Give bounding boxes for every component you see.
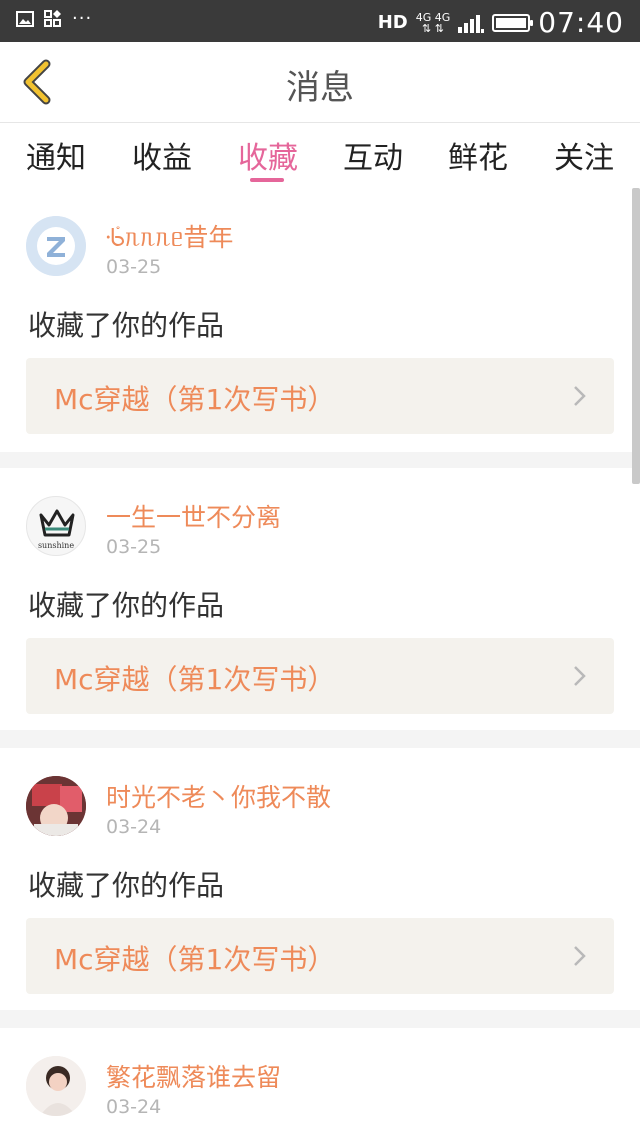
message-action-text: 收藏了你的作品 bbox=[28, 309, 225, 342]
hd-indicator: HD bbox=[377, 12, 408, 33]
message-card: sunshine 一生一世不分离 03-25 收藏了你的作品 Mc穿越（第1次写… bbox=[0, 468, 640, 730]
message-action-text: 收藏了你的作品 bbox=[28, 589, 225, 622]
username-link[interactable]: 时光不老丶你我不散 bbox=[106, 778, 331, 814]
message-date: 03-25 bbox=[106, 256, 162, 278]
tab-notifications[interactable]: 通知 bbox=[3, 133, 109, 177]
network-arrows: ⇅ ⇅ bbox=[422, 21, 444, 35]
chevron-right-icon bbox=[574, 946, 586, 966]
avatar[interactable]: sunshine bbox=[26, 496, 86, 556]
work-link[interactable]: Mc穿越（第1次写书） bbox=[26, 358, 614, 434]
clock: 07:40 bbox=[538, 6, 624, 39]
work-title: Mc穿越（第1次写书） bbox=[54, 943, 336, 976]
network-type: 4G 4G bbox=[415, 10, 451, 24]
message-date: 03-25 bbox=[106, 536, 162, 558]
status-left-icons: ··· bbox=[16, 10, 92, 28]
photo-avatar-icon bbox=[26, 1056, 86, 1116]
status-bar: ··· HD 4G 4G ⇅ ⇅ 07:40 bbox=[0, 0, 640, 42]
scrollbar[interactable] bbox=[632, 188, 640, 484]
avatar[interactable] bbox=[26, 216, 86, 276]
work-title: Mc穿越（第1次写书） bbox=[54, 663, 336, 696]
message-card: 繁花飘落谁去留 03-24 bbox=[0, 1028, 640, 1138]
username-link[interactable]: 一生一世不分离 bbox=[106, 498, 281, 534]
active-tab-indicator bbox=[250, 178, 284, 182]
avatar[interactable] bbox=[26, 1056, 86, 1116]
more-notifications-dots: ··· bbox=[72, 8, 93, 29]
tab-interactions[interactable]: 互动 bbox=[320, 133, 426, 177]
signal-icon bbox=[458, 14, 485, 33]
status-right: HD 4G 4G ⇅ ⇅ 07:40 bbox=[378, 6, 624, 39]
tab-favorites[interactable]: 收藏 bbox=[215, 133, 321, 177]
message-card: 时光不老丶你我不散 03-24 收藏了你的作品 Mc穿越（第1次写书） bbox=[0, 748, 640, 1010]
message-action-text: 收藏了你的作品 bbox=[28, 869, 225, 902]
message-tabs: 通知 收益 收藏 互动 鲜花 关注 bbox=[0, 122, 640, 188]
message-date: 03-24 bbox=[106, 816, 162, 838]
tab-follows[interactable]: 关注 bbox=[531, 133, 637, 177]
app-grid-notification-icon bbox=[44, 10, 61, 27]
chevron-right-icon bbox=[574, 666, 586, 686]
avatar-caption: sunshine bbox=[37, 541, 75, 550]
image-notification-icon bbox=[16, 11, 34, 27]
work-title: Mc穿越（第1次写书） bbox=[54, 383, 336, 416]
tab-flowers[interactable]: 鲜花 bbox=[425, 133, 531, 177]
message-list: ᢹᥰᥰᥰᥱ昔年 03-25 收藏了你的作品 Mc穿越（第1次写书） sunshi… bbox=[0, 188, 640, 1138]
photo-avatar-icon bbox=[26, 776, 86, 836]
work-link[interactable]: Mc穿越（第1次写书） bbox=[26, 918, 614, 994]
username-link[interactable]: ᢹᥰᥰᥰᥱ昔年 bbox=[106, 218, 233, 254]
battery-icon bbox=[492, 13, 534, 32]
default-avatar-icon bbox=[26, 216, 86, 276]
username-link[interactable]: 繁花飘落谁去留 bbox=[106, 1058, 281, 1094]
message-card: ᢹᥰᥰᥰᥱ昔年 03-25 收藏了你的作品 Mc穿越（第1次写书） bbox=[0, 188, 640, 452]
page-title: 消息 bbox=[286, 68, 354, 108]
avatar[interactable] bbox=[26, 776, 86, 836]
chevron-right-icon bbox=[574, 386, 586, 406]
app-header: 消息 bbox=[0, 42, 640, 122]
tab-earnings[interactable]: 收益 bbox=[109, 133, 215, 177]
network-indicator: 4G 4G ⇅ ⇅ bbox=[416, 12, 451, 34]
message-date: 03-24 bbox=[106, 1096, 162, 1118]
work-link[interactable]: Mc穿越（第1次写书） bbox=[26, 638, 614, 714]
